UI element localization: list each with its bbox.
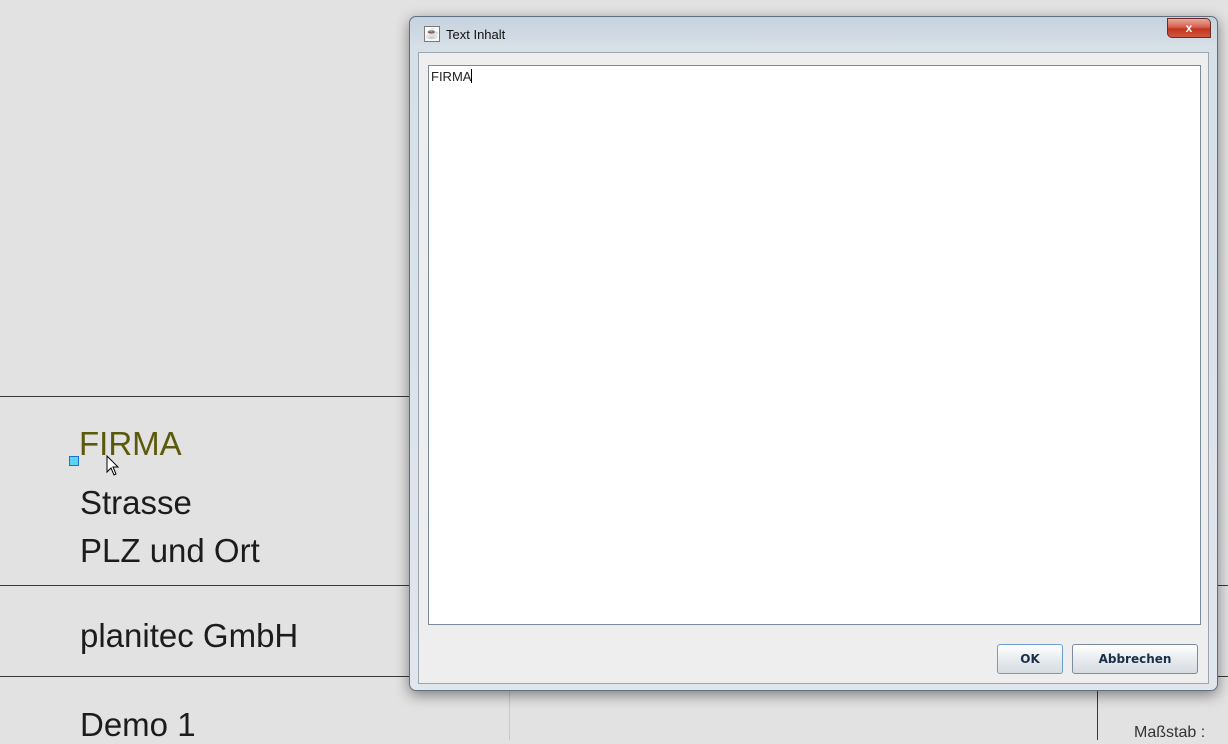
- project-name-text[interactable]: Demo 1: [80, 706, 196, 744]
- dialog-body: FIRMA OK Abbrechen: [418, 52, 1209, 684]
- street-text[interactable]: Strasse: [80, 484, 192, 522]
- java-icon: ☕: [424, 26, 440, 42]
- company-name-text[interactable]: planitec GmbH: [80, 617, 298, 655]
- company-label-text[interactable]: FIRMA: [79, 425, 182, 463]
- text-content-field[interactable]: FIRMA: [428, 65, 1201, 625]
- mouse-cursor-icon: [106, 455, 120, 476]
- frame-line: [1097, 690, 1098, 740]
- frame-line: [0, 676, 409, 677]
- frame-line: [1218, 676, 1228, 677]
- dialog-titlebar[interactable]: ☕ Text Inhalt x: [410, 17, 1217, 53]
- cancel-button[interactable]: Abbrechen: [1072, 644, 1198, 674]
- frame-line: [0, 396, 409, 397]
- ok-button[interactable]: OK: [997, 644, 1063, 674]
- frame-line: [509, 690, 510, 740]
- city-text[interactable]: PLZ und Ort: [80, 532, 260, 570]
- frame-line: [0, 585, 409, 586]
- dialog-title: Text Inhalt: [446, 27, 506, 42]
- frame-line: [1218, 585, 1228, 586]
- scale-label: Maßstab :: [1134, 724, 1206, 741]
- close-icon: x: [1185, 21, 1193, 35]
- close-button[interactable]: x: [1167, 18, 1211, 38]
- text-content-value: FIRMA: [431, 69, 472, 84]
- text-caret: [471, 69, 473, 83]
- selection-handle[interactable]: [69, 456, 79, 466]
- text-content-dialog: ☕ Text Inhalt x FIRMA OK Abbrechen: [409, 16, 1218, 691]
